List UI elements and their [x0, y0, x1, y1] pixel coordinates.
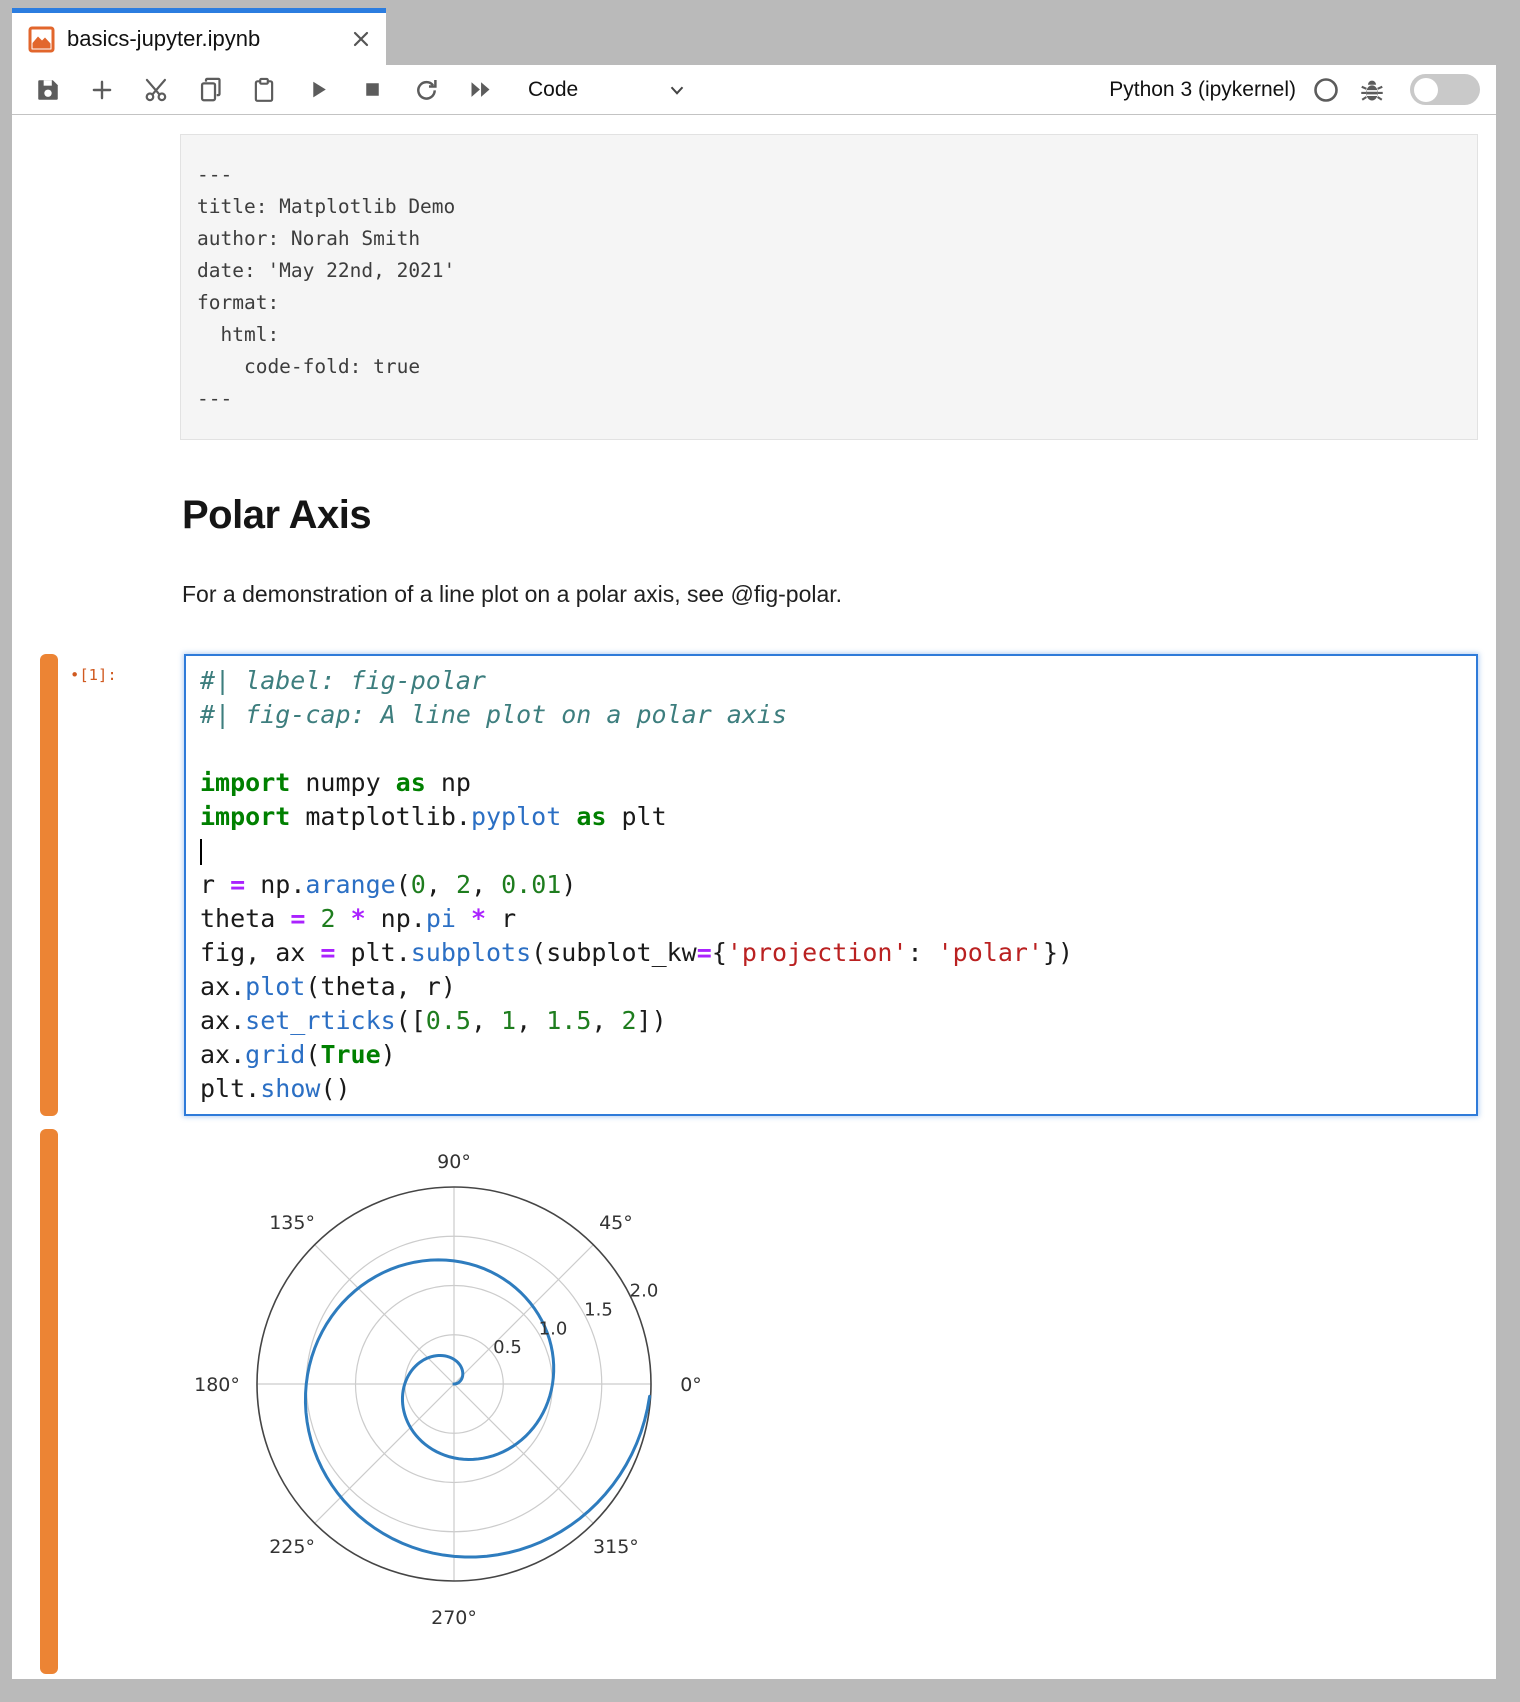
run-icon	[306, 77, 331, 102]
plus-icon	[89, 77, 115, 103]
stop-icon	[360, 77, 385, 102]
code-cell: •[1]: #| label: fig-polar#| fig-cap: A l…	[12, 654, 1496, 1116]
code-line: r = np.arange(0, 2, 0.01)	[200, 868, 1462, 902]
output-collapser[interactable]	[40, 1129, 58, 1674]
svg-text:2.0: 2.0	[630, 1281, 659, 1302]
code-line: ax.set_rticks([0.5, 1, 1.5, 2])	[200, 1004, 1462, 1038]
kernel-idle-circle-icon	[1312, 76, 1340, 104]
notebook-content: --- title: Matplotlib Demo author: Norah…	[12, 115, 1496, 1679]
svg-text:1.5: 1.5	[584, 1299, 613, 1320]
tab-title: basics-jupyter.ipynb	[67, 26, 338, 52]
output-area: 0° 45° 90° 135° 180° 225° 270° 315° 0.5 1.0 1.5 2.0	[58, 1129, 729, 1674]
code-line	[200, 732, 1462, 766]
modified-dot: •	[70, 666, 79, 684]
chevron-down-icon	[666, 79, 688, 101]
markdown-heading: Polar Axis	[182, 493, 1496, 537]
paste-icon	[251, 77, 277, 103]
bug-icon	[1358, 76, 1386, 104]
svg-text:270°: 270°	[431, 1607, 477, 1629]
text-cursor	[200, 839, 202, 865]
save-icon	[35, 77, 61, 103]
kernel-status-indicator	[1312, 76, 1340, 104]
svg-text:225°: 225°	[269, 1536, 315, 1558]
toggle-knob	[1414, 78, 1438, 102]
svg-text:0°: 0°	[680, 1374, 702, 1396]
code-line: #| label: fig-polar	[200, 664, 1462, 698]
svg-text:180°: 180°	[194, 1374, 240, 1396]
code-line: fig, ax = plt.subplots(subplot_kw={'proj…	[200, 936, 1462, 970]
paste-cells-button[interactable]	[244, 70, 284, 110]
tab-bar: basics-jupyter.ipynb	[12, 8, 1496, 65]
svg-text:90°: 90°	[437, 1151, 471, 1173]
code-line: plt.show()	[200, 1072, 1462, 1106]
tab-close-button[interactable]	[350, 28, 372, 50]
cut-icon	[143, 76, 170, 103]
insert-cell-button[interactable]	[82, 70, 122, 110]
code-line	[200, 834, 1462, 868]
svg-text:315°: 315°	[593, 1536, 639, 1558]
output-cell: 0° 45° 90° 135° 180° 225° 270° 315° 0.5 1.0 1.5 2.0	[12, 1129, 1496, 1674]
execution-prompt: •[1]:	[58, 654, 184, 1116]
code-line: import matplotlib.pyplot as plt	[200, 800, 1462, 834]
run-all-cells-button[interactable]	[460, 70, 500, 110]
simple-mode-toggle[interactable]	[1410, 74, 1480, 105]
execution-count: [1]:	[79, 666, 116, 684]
copy-cells-button[interactable]	[190, 70, 230, 110]
cell-collapser[interactable]	[40, 654, 58, 1116]
run-cell-button[interactable]	[298, 70, 338, 110]
svg-text:135°: 135°	[269, 1212, 315, 1234]
restart-icon	[413, 76, 440, 103]
code-line: ax.grid(True)	[200, 1038, 1462, 1072]
raw-cell-yaml-frontmatter[interactable]: --- title: Matplotlib Demo author: Norah…	[180, 134, 1478, 440]
polar-plot-output: 0° 45° 90° 135° 180° 225° 270° 315° 0.5 1.0 1.5 2.0	[184, 1129, 729, 1669]
restart-kernel-button[interactable]	[406, 70, 446, 110]
jupyterlab-window: basics-jupyter.ipynb	[12, 8, 1496, 1680]
code-line: #| fig-cap: A line plot on a polar axis	[200, 698, 1462, 732]
close-icon	[350, 28, 372, 50]
cell-type-select[interactable]: Code	[528, 78, 688, 102]
markdown-paragraph: For a demonstration of a line plot on a …	[182, 581, 1496, 608]
notebook-toolbar: Code Python 3 (ipykernel)	[12, 65, 1496, 115]
interrupt-kernel-button[interactable]	[352, 70, 392, 110]
debugger-button[interactable]	[1358, 76, 1386, 104]
code-editor[interactable]: #| label: fig-polar#| fig-cap: A line pl…	[184, 654, 1478, 1116]
fast-forward-icon	[467, 76, 494, 103]
code-line: import numpy as np	[200, 766, 1462, 800]
copy-icon	[197, 76, 224, 103]
notebook-tab[interactable]: basics-jupyter.ipynb	[12, 8, 386, 65]
svg-text:45°: 45°	[599, 1212, 633, 1234]
notebook-file-icon	[28, 26, 55, 53]
cut-cells-button[interactable]	[136, 70, 176, 110]
kernel-name[interactable]: Python 3 (ipykernel)	[1109, 78, 1296, 102]
cell-type-value: Code	[528, 78, 666, 102]
svg-text:1.0: 1.0	[539, 1318, 568, 1339]
svg-text:0.5: 0.5	[493, 1337, 522, 1358]
code-line: ax.plot(theta, r)	[200, 970, 1462, 1004]
code-line: theta = 2 * np.pi * r	[200, 902, 1462, 936]
save-button[interactable]	[28, 70, 68, 110]
